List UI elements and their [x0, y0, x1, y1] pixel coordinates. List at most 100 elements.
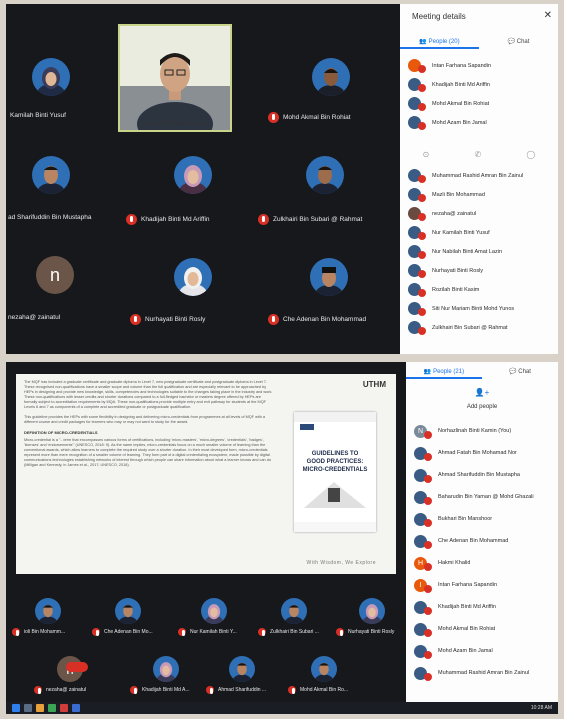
word-icon[interactable] [72, 704, 80, 712]
participant-name: Che Adenan Bin Mohammad [438, 538, 509, 544]
list-item[interactable]: Muhammad Rashid Amran Bin Zainul [408, 166, 554, 185]
participant-list-a: Intan Farhana Sapandin Khadijah Binti Md… [408, 56, 554, 132]
avatar [414, 490, 432, 505]
list-item[interactable]: Mohd Azam Bin Jamal [408, 113, 554, 132]
taskbar: 10:28 AM [6, 702, 558, 714]
list-item[interactable]: Khadijah Binti Md Ariffin [408, 75, 554, 94]
dialpad-icon[interactable]: ⊙ [423, 150, 430, 159]
participant-label: Mohd Akmal Bin Rohiat [268, 112, 351, 123]
participant-tile[interactable]: Che Adenan Bin Mo... [90, 598, 166, 650]
avatar [408, 245, 426, 259]
clock: 10:28 AM [530, 705, 552, 711]
list-item[interactable]: Ahmad Fatah Bin Mohamad Nor [414, 442, 554, 464]
avatar [115, 598, 141, 624]
avatar [414, 644, 432, 659]
list-item[interactable]: Mohd Akmal Bin Rohiat [408, 94, 554, 113]
participant-label: Nur Kamilah Binti Y... [178, 628, 237, 636]
avatar: n [36, 256, 74, 294]
mic-off-icon [424, 430, 432, 439]
list-item[interactable]: Khadijah Binti Md Ariffin [414, 596, 554, 618]
more-icon[interactable]: ◯ [526, 150, 535, 159]
list-item[interactable]: Baharudin Bin Yaman @ Mohd Ghazali [414, 486, 554, 508]
avatar [414, 512, 432, 527]
participant-name: Mohd Azam Bin Jamal [432, 119, 487, 126]
slide-tagline: With Wisdom, We Explore [306, 560, 376, 566]
list-item[interactable]: Intan Farhana Sapandin [408, 56, 554, 75]
participant-tile[interactable]: Ahmad Sharifuddin ... [204, 656, 280, 708]
list-item[interactable]: I Intan Farhana Sapandin [414, 574, 554, 596]
close-icon[interactable]: ✕ [544, 10, 552, 21]
tab-people[interactable]: 👥 People (20) [400, 36, 479, 49]
add-people-icon[interactable]: 👤+ [406, 388, 558, 397]
list-item[interactable]: Nur Nabilah Binti Amat Lazin [408, 242, 554, 261]
phone-icon[interactable]: ✆ [475, 150, 482, 159]
list-item[interactable]: H Hakmi Khalid [414, 552, 554, 574]
list-item[interactable]: Mohd Akmal Bin Rohiat [414, 618, 554, 640]
avatar-initial: I [419, 581, 422, 589]
tab-people[interactable]: 👥 People (21) [406, 366, 482, 379]
list-item[interactable]: Zulkhairi Bin Subari @ Rahmat [408, 318, 554, 337]
chat-icon: 💬 [509, 369, 517, 375]
search-icon[interactable] [24, 704, 32, 712]
avatar [414, 468, 432, 483]
participant-name: Nur Kamilah Binti Y... [190, 629, 237, 635]
participant-tile[interactable]: Nurhayati Binti Rosly [334, 598, 410, 650]
avatar [408, 302, 426, 316]
tab-chat[interactable]: 💬 Chat [479, 36, 558, 49]
tab-chat[interactable]: 💬 Chat [482, 366, 558, 379]
list-item[interactable]: Mohd Azam Bin Jamal [414, 640, 554, 662]
participant-tile[interactable]: Zulkhairi Bin Subari ... [256, 598, 332, 650]
list-item[interactable]: Siti Nur Mariam Binti Mohd Yunos [408, 299, 554, 318]
avatar [306, 156, 344, 194]
participant-name: Nurhayati Binti Rosly [348, 629, 395, 635]
participant-name: Khadijah Binti Md Ariffin [141, 216, 210, 223]
browser-icon[interactable] [48, 704, 56, 712]
shared-presentation: UTHM The MQF has included a graduate cer… [16, 374, 396, 574]
start-icon[interactable] [12, 704, 20, 712]
avatar-initial: H [417, 559, 424, 567]
people-icon: 👥 [423, 369, 432, 375]
mic-off-icon [424, 650, 432, 659]
avatar: I [414, 578, 432, 593]
mic-off-icon [418, 308, 426, 316]
participant-tile[interactable]: Mohd Akmal Bin Ro... [286, 656, 362, 708]
participant-label: Nurhayati Binti Rosly [336, 628, 394, 636]
mic-off-icon [418, 175, 426, 183]
avatar [414, 622, 432, 637]
participant-name: Nurhayati Binti Rosly [432, 267, 484, 274]
mic-off-icon [258, 214, 269, 225]
avatar [408, 188, 426, 202]
list-item[interactable]: Che Adenan Bin Mohammad [414, 530, 554, 552]
slide-paragraph: This guideline provides the HEPs with so… [24, 415, 265, 424]
participant-name: Ahmad Fatah Bin Mohamad Nor [438, 450, 517, 456]
participant-tile[interactable]: Nur Kamilah Binti Y... [176, 598, 252, 650]
list-item[interactable]: Muhammad Rashid Amran Bin Zainul [414, 662, 554, 684]
participant-name: Nur Kamilah Binti Yusuf [432, 229, 490, 236]
mic-off-icon [424, 474, 432, 483]
list-item[interactable]: Rozilah Binti Kasim [408, 280, 554, 299]
participant-tile[interactable]: ioli Bin Mohamm... [10, 598, 86, 650]
hangup-button[interactable] [66, 662, 88, 672]
list-item[interactable]: N Norhazlinah Binti Kamin (You) [414, 420, 554, 442]
mic-off-icon [288, 686, 296, 694]
mic-off-icon [424, 562, 432, 571]
avatar [408, 97, 426, 111]
active-speaker-tile[interactable]: Mohd Bin Mohammad [118, 24, 232, 132]
list-item[interactable]: Mazli Bin Mohammad [408, 185, 554, 204]
list-item[interactable]: Nurhayati Binti Rosly [408, 261, 554, 280]
participant-name: Ahmad Sharifuddin Bin Mustapha [438, 472, 520, 478]
participant-label: ioli Bin Mohamm... [12, 628, 65, 636]
list-item[interactable]: Nur Kamilah Binti Yusuf [408, 223, 554, 242]
app-icon[interactable] [60, 704, 68, 712]
list-item[interactable]: Bukhari Bin Manshoor [414, 508, 554, 530]
tab-people-label: People (21) [433, 369, 465, 375]
list-item[interactable]: Ahmad Sharifuddin Bin Mustapha [414, 464, 554, 486]
add-people-button[interactable]: Add people [406, 404, 558, 410]
folder-icon[interactable] [36, 704, 44, 712]
participant-name: Zulkhairi Bin Subari @ Rahmat [432, 324, 508, 331]
list-item[interactable]: nezaha@ zainatul [408, 204, 554, 223]
participant-tile[interactable]: Khadijah Binti Md A... [128, 656, 204, 708]
avatar [174, 156, 212, 194]
speaker-label: Mohd Bin Mohammad [142, 120, 206, 127]
participant-name: Intan Farhana Sapandin [432, 62, 492, 69]
